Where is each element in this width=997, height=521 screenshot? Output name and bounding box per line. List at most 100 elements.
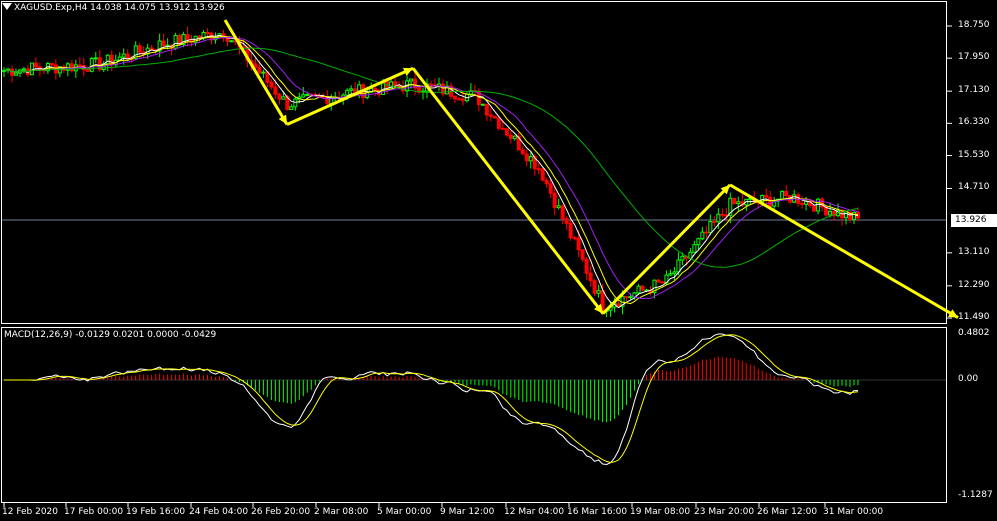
candle-body bbox=[736, 201, 741, 205]
candle-body bbox=[544, 179, 549, 185]
time-tick-label: 5 Mar 00:00 bbox=[377, 507, 432, 517]
candle-body bbox=[137, 45, 142, 53]
candle-body bbox=[289, 106, 294, 111]
candle-body bbox=[536, 168, 541, 171]
candle-body bbox=[520, 149, 525, 155]
trend-arrow-line bbox=[411, 67, 605, 315]
candle-body bbox=[305, 94, 310, 97]
candle-body bbox=[85, 69, 90, 72]
candle-body bbox=[229, 40, 234, 43]
candle-body bbox=[784, 190, 789, 197]
candle-body bbox=[548, 183, 553, 194]
macd-tick-label: 0.00 bbox=[958, 374, 979, 384]
candle-body bbox=[660, 281, 665, 284]
trend-arrow-line bbox=[286, 66, 414, 126]
candle-body bbox=[572, 237, 577, 240]
candle-body bbox=[301, 94, 306, 98]
candle-body bbox=[496, 117, 501, 129]
time-tick-label: 31 Mar 00:00 bbox=[823, 507, 884, 517]
price-tick-label: 11.490 bbox=[958, 312, 990, 322]
candle-body bbox=[456, 98, 461, 101]
candle-body bbox=[349, 88, 354, 91]
candle-body bbox=[125, 53, 130, 59]
candle-body bbox=[93, 57, 98, 60]
time-tick-label: 24 Feb 04:00 bbox=[189, 507, 249, 517]
candle-body bbox=[165, 44, 170, 47]
trend-arrow-line bbox=[729, 183, 959, 319]
candle-body bbox=[700, 231, 705, 240]
candle-body bbox=[556, 205, 561, 209]
candle-body bbox=[636, 285, 641, 294]
macd-tick-label: 0.4802 bbox=[958, 328, 990, 338]
current-price-label: 13.926 bbox=[951, 214, 997, 227]
price-tick-label: 17.950 bbox=[958, 52, 990, 63]
candle-body bbox=[161, 40, 166, 47]
candle-body bbox=[89, 58, 94, 72]
time-tick-label: 23 Mar 20:00 bbox=[694, 507, 755, 517]
candle-body bbox=[293, 98, 298, 108]
ma-mid-line bbox=[3, 35, 859, 305]
trend-arrow-line bbox=[223, 19, 289, 126]
trend-arrow-line bbox=[601, 183, 732, 315]
candle-body bbox=[616, 303, 621, 307]
candle-body bbox=[568, 222, 573, 239]
candle-body bbox=[281, 96, 286, 100]
candle-body bbox=[564, 218, 569, 224]
time-tick-label: 26 Mar 12:00 bbox=[757, 507, 818, 517]
candle-body bbox=[484, 103, 489, 116]
price-tick-label: 15.530 bbox=[958, 149, 990, 160]
price-tick-label: 18.750 bbox=[958, 20, 990, 30]
macd-main-line bbox=[4, 333, 858, 466]
candle-body bbox=[580, 249, 585, 260]
candle-body bbox=[584, 258, 589, 274]
candle-body bbox=[492, 115, 497, 119]
candle-body bbox=[460, 98, 465, 102]
candle-body bbox=[828, 210, 833, 216]
candle-body bbox=[712, 221, 717, 224]
time-tick-label: 9 Mar 12:00 bbox=[440, 507, 495, 517]
macd-tick-label: -1.1287 bbox=[958, 490, 993, 500]
candle-body bbox=[768, 196, 773, 207]
candle-body bbox=[21, 68, 26, 71]
time-tick-label: 12 Mar 04:00 bbox=[504, 507, 565, 517]
candle-body bbox=[429, 83, 433, 86]
candle-body bbox=[696, 238, 701, 246]
candle-body bbox=[560, 205, 565, 220]
candle-body bbox=[812, 204, 817, 212]
candle-body bbox=[273, 86, 278, 95]
time-tick-label: 19 Feb 16:00 bbox=[126, 507, 186, 517]
candle-body bbox=[844, 211, 849, 219]
time-tick-label: 17 Feb 00:00 bbox=[64, 507, 124, 517]
candle-body bbox=[672, 271, 677, 275]
candle-body bbox=[508, 134, 513, 140]
candle-body bbox=[277, 93, 282, 100]
candle-body bbox=[640, 285, 645, 291]
candle-body bbox=[668, 273, 673, 276]
candle-body bbox=[624, 296, 629, 299]
candle-body bbox=[373, 87, 378, 91]
candle-body bbox=[13, 72, 18, 76]
time-tick-label: 16 Mar 16:00 bbox=[567, 507, 628, 517]
candle-body bbox=[500, 127, 505, 130]
candle-body bbox=[596, 290, 601, 294]
candle-body bbox=[656, 279, 661, 283]
time-tick-label: 2 Mar 08:00 bbox=[314, 507, 369, 517]
candle-body bbox=[269, 81, 274, 88]
candle-body bbox=[680, 255, 685, 261]
candle-body bbox=[29, 62, 34, 76]
candle-body bbox=[393, 81, 398, 86]
candle-body bbox=[852, 211, 857, 220]
candle-body bbox=[528, 156, 533, 162]
price-tick-label: 13.110 bbox=[958, 246, 990, 257]
time-tick-label: 19 Mar 08:00 bbox=[630, 507, 691, 517]
candle-body bbox=[688, 251, 693, 259]
candle-body bbox=[524, 153, 529, 162]
candle-body bbox=[185, 34, 190, 41]
time-tick-label: 26 Feb 20:00 bbox=[251, 507, 311, 517]
candle-body bbox=[488, 114, 493, 117]
candle-body bbox=[480, 103, 485, 106]
candle-body bbox=[588, 272, 593, 282]
price-tick-label: 14.710 bbox=[958, 182, 990, 193]
candle-body bbox=[77, 64, 82, 67]
price-tick-label: 12.290 bbox=[958, 279, 990, 290]
